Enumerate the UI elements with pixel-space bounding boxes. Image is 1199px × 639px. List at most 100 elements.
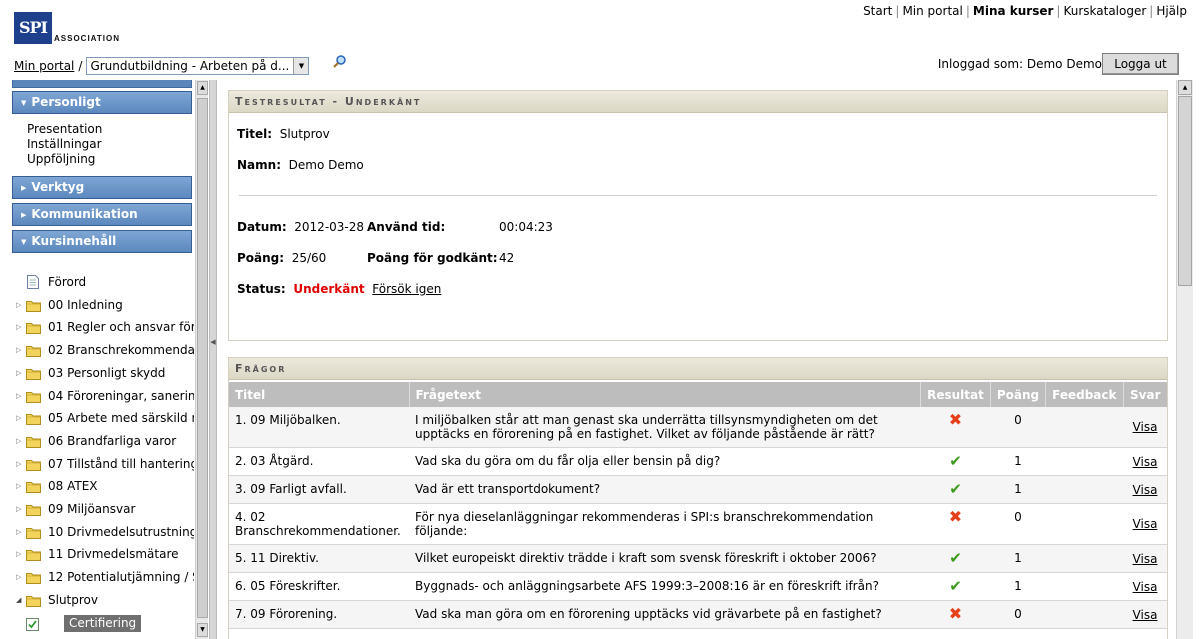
scroll-down-icon[interactable]: ▼ <box>197 623 208 637</box>
folder-icon <box>26 525 41 539</box>
expand-icon[interactable]: ▷ <box>16 454 21 474</box>
section-kursinnehall[interactable]: ▼ Kursinnehåll <box>12 230 192 253</box>
tree-item[interactable]: ▷ 12 Potentialutjämning / S <box>0 567 194 587</box>
magnifier-icon[interactable] <box>332 55 348 69</box>
tree-item[interactable]: ▷ 10 Drivmedelsutrustning <box>0 522 194 542</box>
breadcrumb-min-portal[interactable]: Min portal <box>14 59 74 73</box>
tree-item[interactable]: ▷ 08 ATEX <box>0 476 194 496</box>
tree-item[interactable]: ▷ 04 Föroreningar, sanering <box>0 386 194 406</box>
show-answer-link[interactable]: Visa <box>1133 608 1158 622</box>
tree-item[interactable]: ▷ 00 Inledning <box>0 295 194 315</box>
tree-item-label: Förord <box>48 275 87 289</box>
expand-icon[interactable]: ▷ <box>16 386 21 406</box>
folder-icon <box>26 502 41 516</box>
tree-item[interactable]: ▷ 06 Brandfarliga varor <box>0 431 194 451</box>
tree-item-label: 09 Miljöansvar <box>48 502 136 516</box>
tree-item-label: 01 Regler och ansvar för <box>48 320 194 335</box>
question-title: 6. 05 Föreskrifter. <box>229 572 409 601</box>
sidebar-scrollbar[interactable]: ▲ ▼ <box>195 80 208 639</box>
tree-item[interactable]: ▷ 09 Miljöansvar <box>0 499 194 519</box>
sidebar-item-uppfoljning[interactable]: Uppföljning <box>27 152 102 167</box>
nav-min-portal[interactable]: Min portal <box>902 4 962 18</box>
folder-icon <box>26 343 41 358</box>
col-svar[interactable]: Svar <box>1123 382 1167 407</box>
scroll-up-icon[interactable]: ▲ <box>1178 80 1192 95</box>
question-title: 5. 11 Direktiv. <box>229 544 409 573</box>
main-scrollbar[interactable]: ▲ <box>1176 80 1193 639</box>
show-answer-link[interactable]: Visa <box>1133 455 1158 469</box>
course-select[interactable]: Grundutbildning - Arbeten på d... ▼ <box>86 57 310 75</box>
sidebar-item-installningar[interactable]: Inställningar <box>27 137 102 152</box>
show-answer-link[interactable]: Visa <box>1133 420 1158 434</box>
col-poang[interactable]: Poäng <box>990 382 1047 407</box>
tree-item[interactable]: ▷ 01 Regler och ansvar för <box>0 317 194 337</box>
question-title: 2. 03 Åtgärd. <box>229 447 409 476</box>
collapse-icon[interactable]: ◢ <box>16 590 21 610</box>
tree-item-label: 00 Inledning <box>48 297 123 312</box>
col-titel[interactable]: Titel <box>229 382 410 407</box>
section-kommunikation[interactable]: ▶ Kommunikation <box>12 203 192 226</box>
expand-icon[interactable]: ▷ <box>16 544 21 564</box>
collapse-left-icon[interactable]: ◀ <box>210 338 216 346</box>
nav-kurskataloger[interactable]: Kurskataloger <box>1063 4 1146 18</box>
triangle-down-icon: ▼ <box>21 99 27 107</box>
tree-item[interactable]: ▷ 03 Personligt skydd <box>0 363 194 383</box>
table-row: 5. 11 Direktiv. Vilket europeiskt direkti… <box>229 544 1167 573</box>
expand-icon[interactable]: ▷ <box>16 408 21 428</box>
tree-item[interactable]: ◢ Slutprov <box>0 590 194 610</box>
question-text: Vad ska du göra om du får olja eller ben… <box>409 447 921 476</box>
show-answer-link[interactable]: Visa <box>1133 517 1158 531</box>
col-feedback[interactable]: Feedback <box>1045 382 1124 407</box>
pass-threshold-label: Poäng för godkänt: <box>367 251 498 265</box>
tree-item[interactable]: ▷ 07 Tillstånd till hantering a <box>0 454 194 474</box>
col-resultat[interactable]: Resultat <box>920 382 991 407</box>
tree-item-label: 08 ATEX <box>48 479 98 494</box>
name-field: Namn: Demo Demo <box>237 158 364 172</box>
question-answer: Visa <box>1123 447 1167 476</box>
expand-icon[interactable]: ▷ <box>16 567 21 587</box>
question-feedback <box>1045 475 1123 504</box>
folder-icon <box>26 320 41 335</box>
scrollbar-thumb[interactable] <box>1178 96 1192 286</box>
folder-icon <box>26 457 41 471</box>
logout-button[interactable]: Logga ut <box>1102 53 1179 75</box>
checkbox-icon[interactable] <box>26 617 41 631</box>
expand-icon[interactable]: ▷ <box>16 317 21 337</box>
expand-icon[interactable]: ▷ <box>16 295 21 315</box>
show-answer-link[interactable]: Visa <box>1133 552 1158 566</box>
tree-item[interactable]: ▷ 11 Drivmedelsmätare <box>0 544 194 564</box>
tree-item[interactable]: ▷ 02 Branschrekommendati <box>0 340 194 360</box>
red-x-icon: ✖ <box>948 410 963 429</box>
tree-item[interactable]: ▷ 05 Arbete med särskild ri <box>0 408 194 428</box>
points-field: Poäng: 25/60 <box>237 251 327 265</box>
tree-item[interactable]: Certifiering <box>0 613 194 633</box>
show-answer-link[interactable]: Visa <box>1133 483 1158 497</box>
expand-icon[interactable]: ▷ <box>16 431 21 451</box>
question-feedback <box>1045 447 1123 476</box>
sidebar-collapsed-section[interactable] <box>12 80 192 88</box>
scrollbar-thumb[interactable] <box>197 98 208 618</box>
folder-icon <box>26 434 41 448</box>
tree-item[interactable]: Förord <box>0 272 194 292</box>
show-answer-link[interactable]: Visa <box>1133 580 1158 594</box>
panel-splitter[interactable]: ◀ <box>209 80 217 639</box>
scroll-up-icon[interactable]: ▲ <box>197 81 208 95</box>
nav-hjalp[interactable]: Hjälp <box>1156 4 1187 18</box>
sidebar-item-presentation[interactable]: Presentation <box>27 122 102 137</box>
expand-icon[interactable]: ▷ <box>16 476 21 496</box>
expand-icon[interactable]: ▷ <box>16 522 21 542</box>
question-result: ✔ <box>920 572 991 601</box>
section-personligt[interactable]: ▼ Personligt <box>12 91 192 114</box>
folder-icon <box>26 570 41 585</box>
question-text: För nya dieselanläggningar rekommenderas… <box>409 503 921 545</box>
expand-icon[interactable]: ▷ <box>16 340 21 360</box>
chevron-down-icon[interactable]: ▼ <box>293 58 309 74</box>
expand-icon[interactable]: ▷ <box>16 363 21 383</box>
expand-icon[interactable]: ▷ <box>16 499 21 519</box>
col-fragetext[interactable]: Frågetext <box>409 382 922 407</box>
question-answer: Visa <box>1123 503 1167 545</box>
retry-link[interactable]: Försök igen <box>372 282 441 296</box>
section-verktyg[interactable]: ▶ Verktyg <box>12 176 192 199</box>
nav-start[interactable]: Start <box>863 4 892 18</box>
nav-mina-kurser[interactable]: Mina kurser <box>973 4 1054 18</box>
